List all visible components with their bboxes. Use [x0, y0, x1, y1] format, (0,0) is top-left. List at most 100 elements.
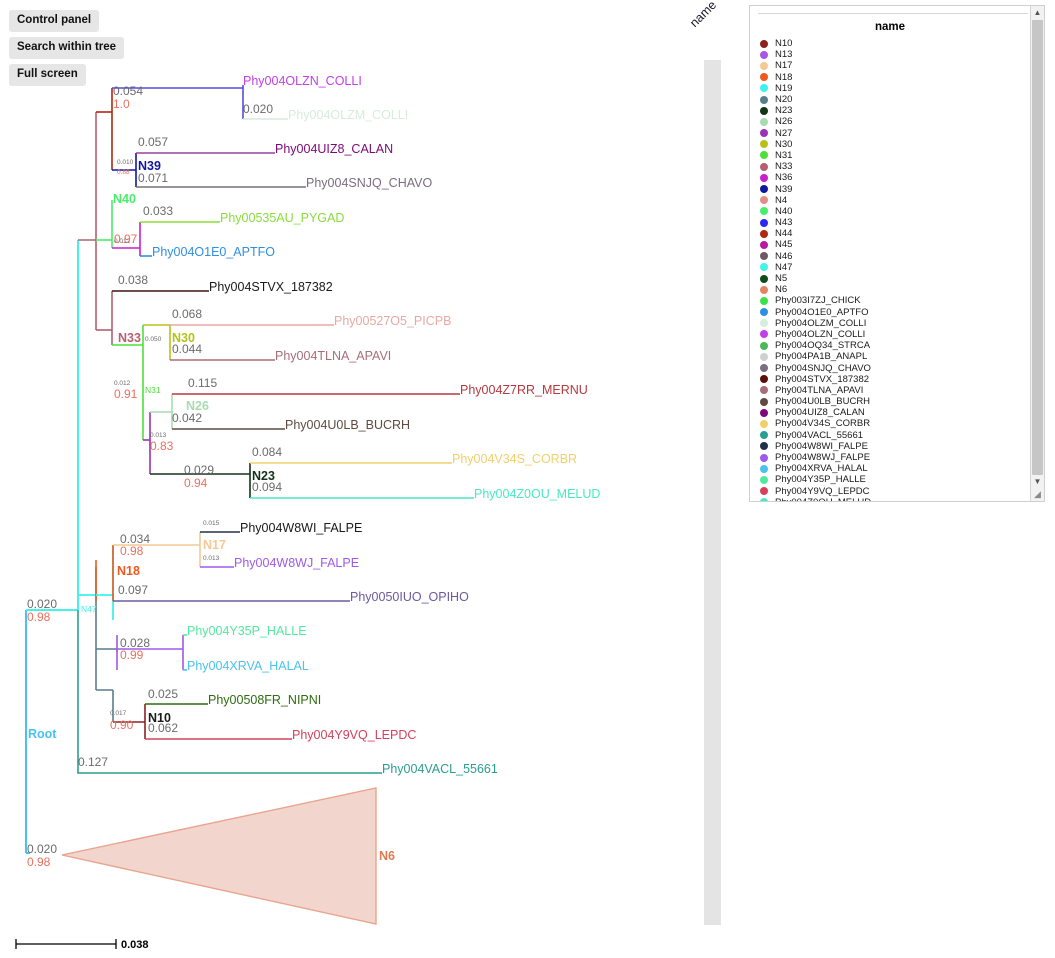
tree-leaf-label[interactable]: Phy004Z0OU_MELUD	[474, 487, 600, 501]
legend-panel[interactable]: name N10N13N17N18N19N20N23N26N27N30N31N3…	[749, 5, 1045, 502]
scroll-up-arrow-icon[interactable]: ▲	[1031, 6, 1044, 19]
legend-item[interactable]: N6	[760, 284, 1044, 295]
legend-item[interactable]: N18	[760, 72, 1044, 83]
tree-node-label[interactable]: N10	[148, 711, 171, 725]
legend-item[interactable]: Phy004PA1B_ANAPL	[760, 351, 1044, 362]
tree-leaf-label[interactable]: Phy0050IUO_OPIHO	[350, 590, 469, 604]
tree-node-label[interactable]: N17	[203, 538, 226, 552]
legend-item[interactable]: N39	[760, 183, 1044, 194]
tree-node-label[interactable]: N40	[113, 192, 136, 206]
legend-item[interactable]: Phy004Z0OU_MELUD	[760, 497, 1044, 502]
tree-leaf-label[interactable]: Phy004VACL_55661	[382, 762, 498, 776]
legend-item[interactable]: N33	[760, 161, 1044, 172]
legend-item[interactable]: N36	[760, 172, 1044, 183]
legend-resize-handle[interactable]: ◢	[1031, 488, 1044, 501]
tree-leaf-label[interactable]: Phy004OLZN_COLLI	[243, 74, 362, 88]
tree-leaf-label[interactable]: Phy004OLZM_COLLI	[288, 108, 408, 122]
scale-bar	[16, 939, 116, 949]
branch-length-label: 0.038	[118, 273, 148, 287]
legend-item-label: Phy004W8WJ_FALPE	[775, 452, 870, 463]
legend-item[interactable]: Phy004Y9VQ_LEPDC	[760, 486, 1044, 497]
legend-item-label: N46	[775, 251, 792, 262]
tree-leaf-label[interactable]: Phy004O1E0_APTFO	[152, 245, 275, 259]
tree-leaf-label[interactable]: Phy004SNJQ_CHAVO	[306, 176, 432, 190]
tree-vertical-scrollbar[interactable]	[704, 60, 721, 925]
legend-item[interactable]: Phy004OQ34_STRCA	[760, 340, 1044, 351]
legend-item-label: N47	[775, 262, 792, 273]
tree-leaf-label[interactable]: Phy004UIZ8_CALAN	[275, 142, 393, 156]
tree-node-label[interactable]: N6	[379, 849, 395, 863]
legend-item[interactable]: N4	[760, 195, 1044, 206]
legend-item[interactable]: Phy004U0LB_BUCRH	[760, 396, 1044, 407]
tree-node-label[interactable]: N39	[138, 159, 161, 173]
legend-item[interactable]: Phy004VACL_55661	[760, 430, 1044, 441]
legend-list: N10N13N17N18N19N20N23N26N27N30N31N33N36N…	[750, 38, 1044, 502]
tree-leaf-label[interactable]: Phy004W8WI_FALPE	[240, 521, 362, 535]
tree-node-label[interactable]: N26	[186, 399, 209, 413]
tree-node-label[interactable]: N18	[117, 564, 140, 578]
legend-item[interactable]: N47	[760, 262, 1044, 273]
legend-item[interactable]: Phy004W8WJ_FALPE	[760, 452, 1044, 463]
legend-item[interactable]: Phy004OLZM_COLLI	[760, 318, 1044, 329]
legend-item[interactable]: Phy004STVX_187382	[760, 374, 1044, 385]
legend-item[interactable]: Phy004TLNA_APAVI	[760, 385, 1044, 396]
tree-leaf-label[interactable]: Phy004STVX_187382	[209, 280, 333, 294]
legend-item[interactable]: Phy004UIZ8_CALAN	[760, 407, 1044, 418]
legend-item[interactable]: N5	[760, 273, 1044, 284]
legend-item[interactable]: N30	[760, 139, 1044, 150]
support-value-label: 0.98	[27, 610, 51, 624]
legend-item-label: Phy004PA1B_ANAPL	[775, 351, 867, 362]
branch-length-label: 0.050	[145, 336, 162, 343]
tree-leaf-label[interactable]: Phy004Z7RR_MERNU	[460, 383, 588, 397]
legend-item[interactable]: N23	[760, 105, 1044, 116]
legend-item[interactable]: Phy004V34S_CORBR	[760, 418, 1044, 429]
tree-node-label[interactable]: Root	[28, 727, 57, 741]
legend-item[interactable]: N10	[760, 38, 1044, 49]
tree-node-label[interactable]: N47	[81, 604, 97, 614]
legend-scrollbar-thumb[interactable]	[1032, 20, 1043, 475]
legend-item[interactable]: Phy004O1E0_APTFO	[760, 307, 1044, 318]
legend-item-label: N26	[775, 116, 792, 127]
legend-item[interactable]: N19	[760, 83, 1044, 94]
legend-item[interactable]: N17	[760, 60, 1044, 71]
legend-item[interactable]: Phy004W8WI_FALPE	[760, 441, 1044, 452]
legend-item[interactable]: N13	[760, 49, 1044, 60]
tree-canvas[interactable]: Phy004OLZN_COLLI Phy004OLZM_COLLI Phy004UI…	[0, 0, 700, 958]
tree-leaf-label[interactable]: Phy004Y9VQ_LEPDC	[292, 728, 416, 742]
tree-node-label[interactable]: N31	[145, 385, 161, 395]
legend-item[interactable]: Phy004Y35P_HALLE	[760, 474, 1044, 485]
tree-leaf-label[interactable]: Phy004W8WJ_FALPE	[234, 556, 359, 570]
legend-item[interactable]: N46	[760, 251, 1044, 262]
legend-item[interactable]: Phy003I7ZJ_CHICK	[760, 295, 1044, 306]
legend-item[interactable]: N40	[760, 206, 1044, 217]
legend-item[interactable]: Phy004SNJQ_CHAVO	[760, 362, 1044, 373]
legend-item[interactable]: N27	[760, 128, 1044, 139]
legend-item-label: Phy004SNJQ_CHAVO	[775, 363, 871, 374]
legend-item[interactable]: Phy004OLZN_COLLI	[760, 329, 1044, 340]
legend-item[interactable]: N26	[760, 116, 1044, 127]
support-value-label: 0.91	[114, 387, 138, 401]
tree-leaf-label[interactable]: Phy00535AU_PYGAD	[220, 211, 344, 225]
legend-color-swatch	[760, 487, 768, 495]
support-value-label: 0.94	[184, 476, 208, 490]
tree-leaf-label[interactable]: Phy004U0LB_BUCRH	[285, 418, 410, 432]
tree-leaf-label[interactable]: Phy004TLNA_APAVI	[275, 349, 391, 363]
legend-item-label: N23	[775, 105, 792, 116]
scroll-down-arrow-icon[interactable]: ▼	[1031, 475, 1044, 488]
tree-leaf-label[interactable]: Phy00508FR_NIPNI	[208, 693, 321, 707]
tree-leaf-label[interactable]: Phy004Y35P_HALLE	[187, 624, 307, 638]
tree-node-label[interactable]: N23	[252, 469, 275, 483]
branch-length-label: 0.084	[252, 445, 282, 459]
tree-leaf-label[interactable]: Phy004XRVA_HALAL	[187, 659, 309, 673]
legend-item[interactable]: N44	[760, 228, 1044, 239]
legend-item[interactable]: N45	[760, 239, 1044, 250]
tree-leaf-label[interactable]: Phy00527O5_PICPB	[334, 314, 451, 328]
tree-node-label[interactable]: N33	[118, 331, 141, 345]
legend-item[interactable]: Phy004XRVA_HALAL	[760, 463, 1044, 474]
legend-item[interactable]: N31	[760, 150, 1044, 161]
legend-item[interactable]: N20	[760, 94, 1044, 105]
tree-leaf-label[interactable]: Phy004V34S_CORBR	[452, 452, 577, 466]
tree-node-label[interactable]: N30	[172, 331, 195, 345]
legend-scrollbar[interactable]: ▲ ▼	[1030, 6, 1044, 501]
legend-item[interactable]: N43	[760, 217, 1044, 228]
